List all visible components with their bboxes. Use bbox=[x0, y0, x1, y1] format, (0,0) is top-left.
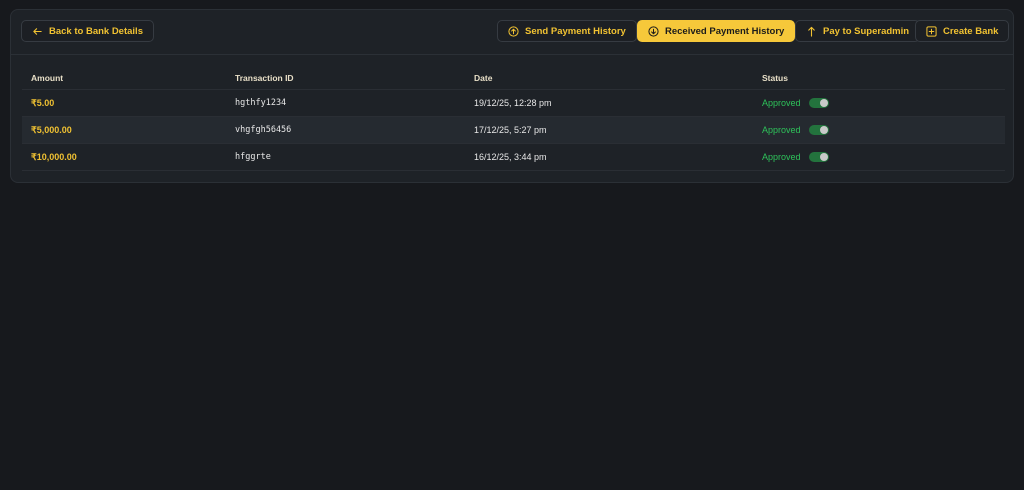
date-cell: 17/12/25, 5:27 pm bbox=[474, 125, 547, 135]
status-cell: Approved bbox=[762, 117, 829, 143]
table-row: ₹10,000.00 hfggrte 16/12/25, 3:44 pm App… bbox=[22, 144, 1005, 171]
table-row: ₹5.00 hgthfy1234 19/12/25, 12:28 pm Appr… bbox=[22, 90, 1005, 117]
column-header-transaction-id: Transaction ID bbox=[235, 72, 294, 83]
send-payment-history-button[interactable]: Send Payment History bbox=[497, 20, 637, 42]
status-toggle[interactable] bbox=[808, 152, 829, 162]
payment-history-panel: Back to Bank Details Send Payment Histor… bbox=[10, 9, 1014, 183]
toggle-knob bbox=[819, 99, 828, 107]
toggle-knob bbox=[819, 153, 828, 161]
status-toggle[interactable] bbox=[808, 98, 829, 108]
arrow-left-icon bbox=[33, 27, 42, 35]
status-label: Approved bbox=[762, 152, 801, 162]
amount-cell: ₹5,000.00 bbox=[31, 124, 72, 135]
arrow-up-circle-icon bbox=[508, 25, 519, 37]
status-label: Approved bbox=[762, 125, 801, 135]
column-header-amount: Amount bbox=[31, 72, 64, 83]
arrow-down-circle-icon bbox=[648, 25, 659, 37]
transaction-id-cell: hgthfy1234 bbox=[235, 98, 287, 108]
amount-cell: ₹5.00 bbox=[31, 97, 55, 108]
arrow-up-icon bbox=[808, 26, 815, 37]
transaction-id-cell: hfggrte bbox=[235, 152, 271, 162]
table-header: Amount Transaction ID Date Status bbox=[22, 66, 1005, 90]
back-to-bank-details-button[interactable]: Back to Bank Details bbox=[21, 20, 154, 42]
status-cell: Approved bbox=[762, 144, 829, 170]
back-button-label: Back to Bank Details bbox=[49, 25, 143, 37]
toggle-knob bbox=[819, 126, 828, 134]
received-history-label: Received Payment History bbox=[665, 25, 785, 37]
column-header-status: Status bbox=[762, 72, 788, 83]
amount-cell: ₹10,000.00 bbox=[31, 151, 77, 162]
toolbar: Back to Bank Details Send Payment Histor… bbox=[11, 10, 1013, 55]
status-label: Approved bbox=[762, 98, 801, 108]
table-row: ₹5,000.00 vhgfgh56456 17/12/25, 5:27 pm … bbox=[22, 117, 1005, 144]
date-cell: 16/12/25, 3:44 pm bbox=[474, 152, 547, 162]
send-history-label: Send Payment History bbox=[525, 25, 626, 37]
create-bank-button[interactable]: Create Bank bbox=[915, 20, 1010, 42]
date-cell: 19/12/25, 12:28 pm bbox=[474, 98, 552, 108]
column-header-date: Date bbox=[474, 72, 493, 83]
plus-square-icon bbox=[926, 25, 937, 37]
received-payment-history-button[interactable]: Received Payment History bbox=[637, 20, 796, 42]
create-bank-label: Create Bank bbox=[943, 25, 999, 37]
transaction-id-cell: vhgfgh56456 bbox=[235, 125, 292, 135]
pay-superadmin-label: Pay to Superadmin bbox=[823, 25, 910, 37]
transactions-table: Amount Transaction ID Date Status ₹5.00 … bbox=[22, 66, 1005, 171]
status-toggle[interactable] bbox=[808, 125, 829, 135]
pay-to-superadmin-button[interactable]: Pay to Superadmin bbox=[795, 20, 921, 42]
status-cell: Approved bbox=[762, 90, 829, 116]
